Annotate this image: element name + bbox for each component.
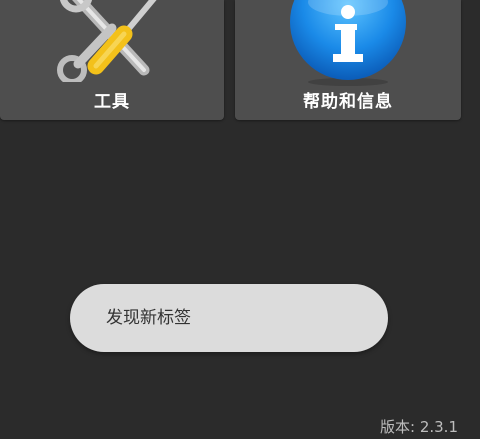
tools-icon	[57, 0, 157, 82]
toast-message: 发现新标签	[106, 308, 191, 328]
help-info-tile[interactable]: 帮助和信息	[235, 0, 461, 120]
info-icon	[290, 0, 406, 86]
app-screen: 工具 帮助和信息 发现新标签 版本: 2.3.1	[0, 0, 480, 439]
version-label: 版本: 2.3.1	[380, 418, 458, 436]
tools-label: 工具	[94, 92, 130, 112]
tools-tile[interactable]: 工具	[0, 0, 224, 120]
help-info-label: 帮助和信息	[303, 92, 393, 112]
toast-notification: 发现新标签	[70, 284, 388, 352]
